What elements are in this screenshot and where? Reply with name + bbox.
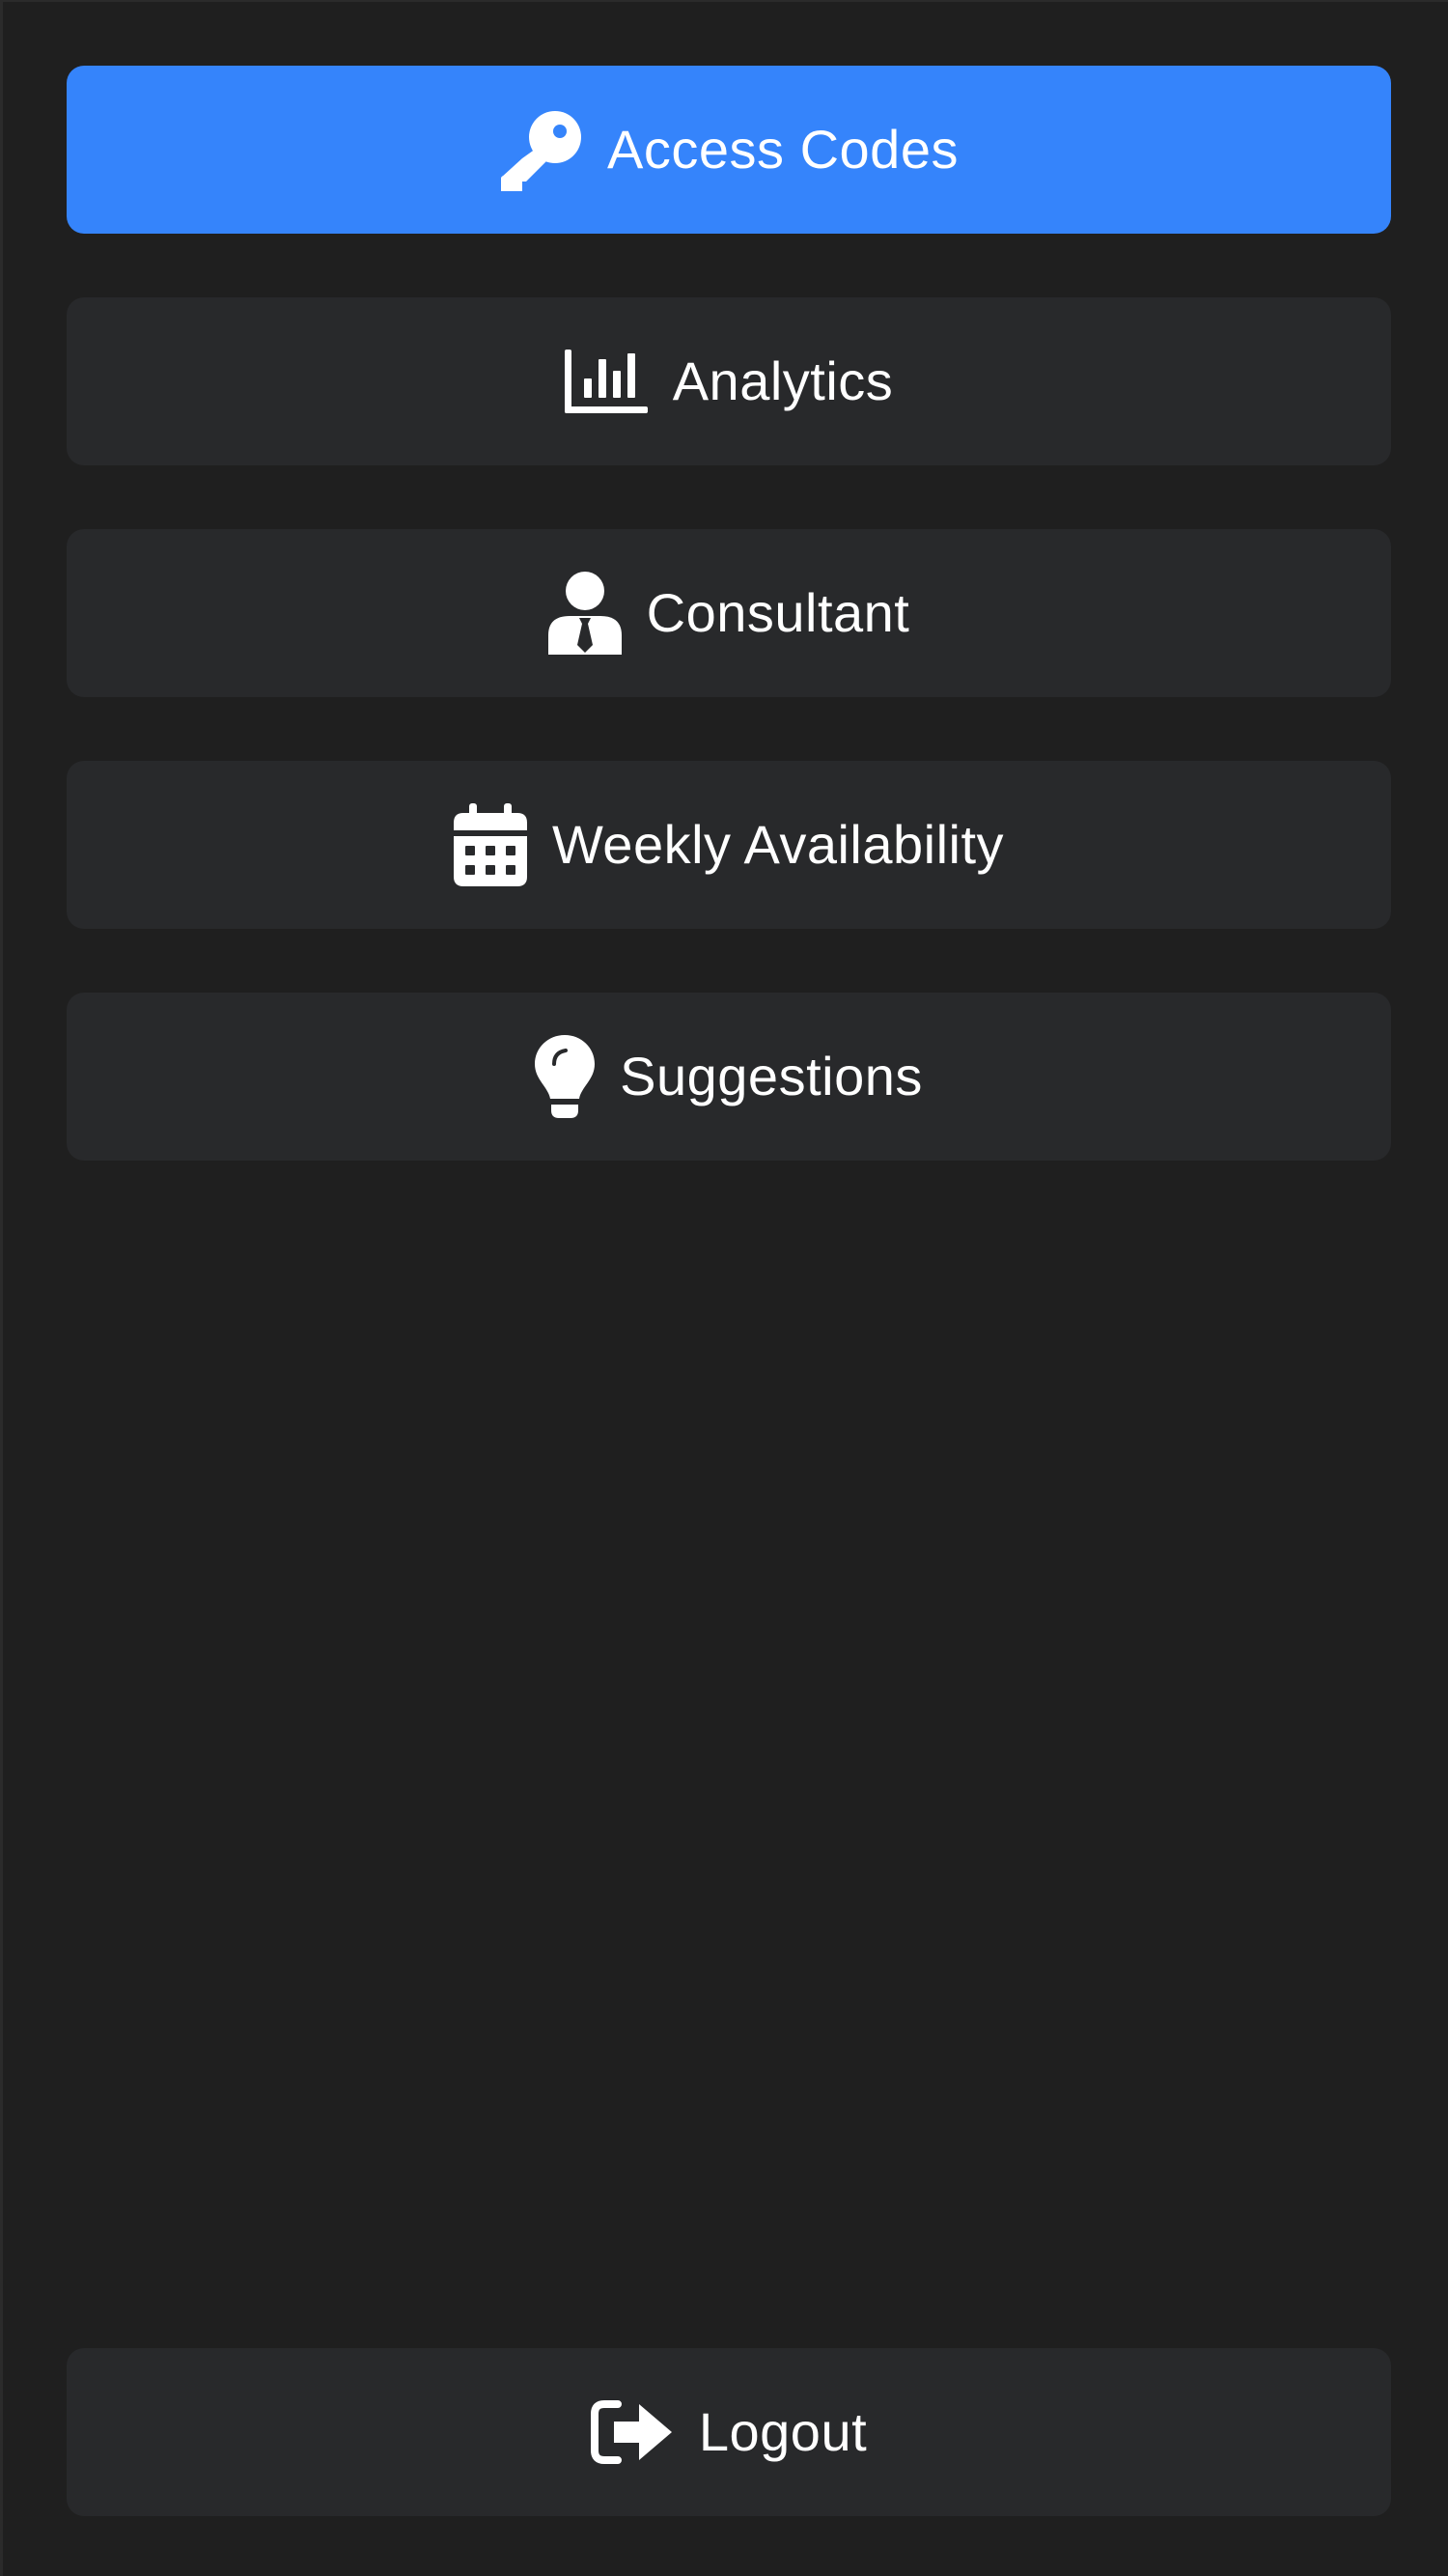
menu-item-label: Suggestions [620, 1046, 923, 1106]
menu-item-label: Consultant [646, 582, 910, 643]
menu-item-analytics[interactable]: Analytics [67, 297, 1391, 465]
menu-item-label: Access Codes [607, 119, 959, 180]
calendar-icon [453, 803, 527, 886]
menu-item-weekly-availability[interactable]: Weekly Availability [67, 761, 1391, 929]
bar-chart-icon [564, 350, 648, 413]
user-tie-icon [547, 572, 622, 655]
menu-item-suggestions[interactable]: Suggestions [67, 993, 1391, 1161]
logout-label: Logout [698, 2401, 868, 2462]
lightbulb-icon [535, 1035, 596, 1118]
menu-item-label: Weekly Availability [551, 814, 1005, 875]
logout-button[interactable]: Logout [67, 2348, 1391, 2516]
menu-item-access-codes[interactable]: Access Codes [67, 66, 1391, 234]
menu-item-label: Analytics [672, 350, 894, 411]
logout-icon [590, 2400, 674, 2464]
key-icon [499, 108, 582, 191]
main-menu: Access Codes Analytics Consultant Weekly… [67, 66, 1391, 1224]
menu-item-consultant[interactable]: Consultant [67, 529, 1391, 697]
app-frame: Access Codes Analytics Consultant Weekly… [0, 0, 1448, 2576]
